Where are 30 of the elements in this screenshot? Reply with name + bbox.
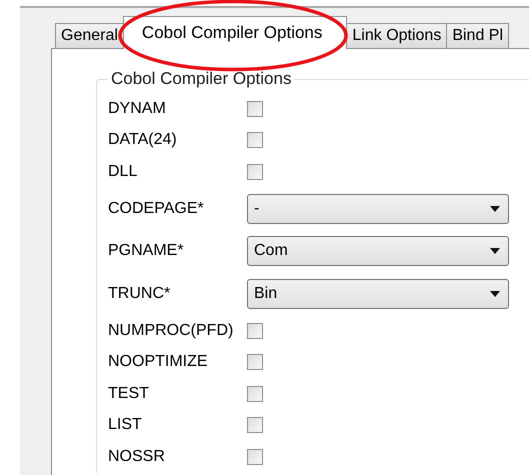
option-label: NOSSR <box>108 448 166 466</box>
tab[interactable]: Cobol Compiler Options <box>122 16 348 49</box>
caret-icon <box>490 290 500 297</box>
option-label: NOOPTIMIZE <box>108 353 209 372</box>
option-label: TEST <box>108 384 150 403</box>
checkbox[interactable] <box>247 448 263 465</box>
option-label: PGNAME* <box>108 242 185 260</box>
group-title: Cobol Compiler Options <box>110 69 292 89</box>
dropdown[interactable]: Com <box>247 236 509 266</box>
dropdown[interactable]: - <box>247 194 509 224</box>
checkbox[interactable] <box>247 322 263 339</box>
tab[interactable]: Link Options <box>346 23 448 48</box>
option-label: TRUNC* <box>108 284 172 303</box>
tab[interactable]: Bind Pl <box>446 23 510 48</box>
caret-icon <box>490 248 500 254</box>
caret-icon <box>490 206 500 212</box>
dropdown[interactable]: Bin <box>247 278 509 309</box>
tab[interactable]: General <box>55 23 124 48</box>
option-label: DYNAM <box>108 100 167 118</box>
checkbox[interactable] <box>247 132 263 148</box>
option-label: DLL <box>108 162 138 181</box>
checkbox[interactable] <box>247 164 263 180</box>
checkbox[interactable] <box>247 100 263 117</box>
option-label: NUMPROC(PFD) <box>108 322 234 340</box>
option-label: LIST <box>108 416 143 434</box>
option-label: CODEPAGE* <box>108 200 205 218</box>
checkbox[interactable] <box>247 354 263 370</box>
checkbox[interactable] <box>247 417 263 434</box>
checkbox[interactable] <box>247 386 263 402</box>
option-label: DATA(24) <box>108 131 178 150</box>
